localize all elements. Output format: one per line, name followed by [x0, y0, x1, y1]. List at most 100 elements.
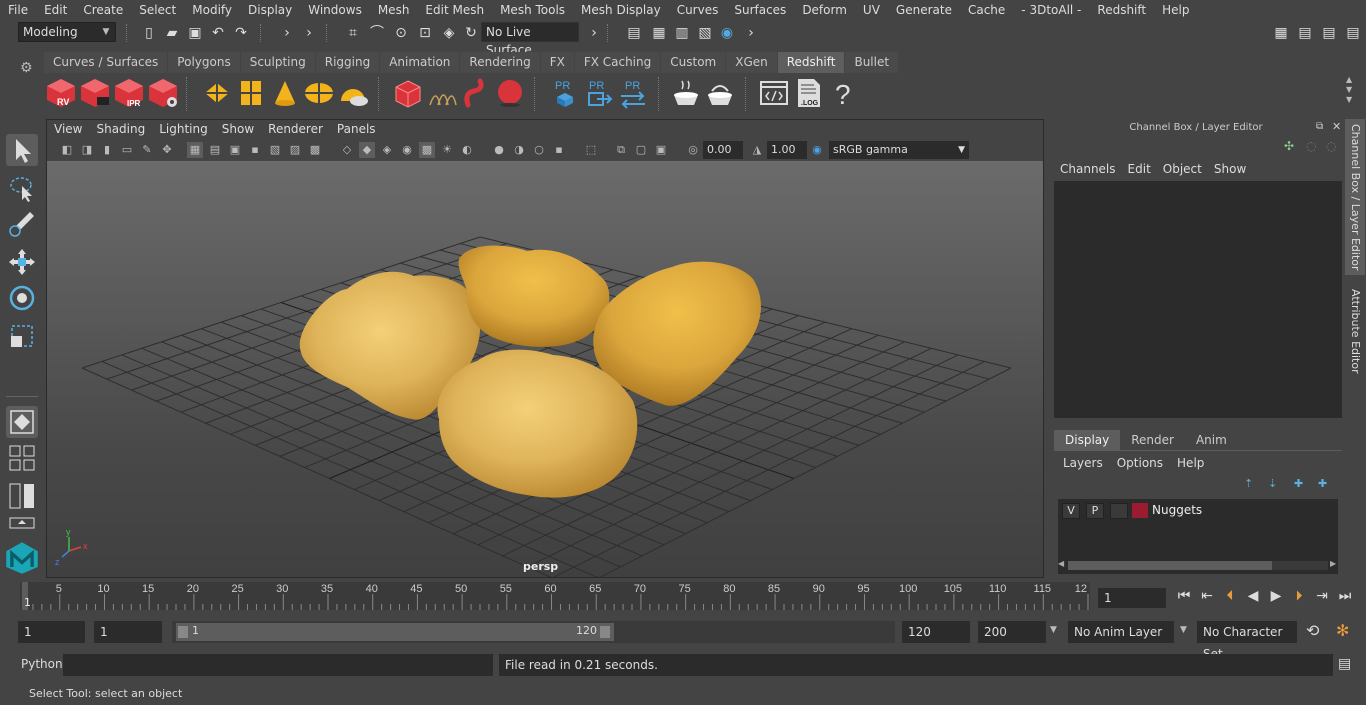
- tab-redshift[interactable]: Redshift: [777, 51, 845, 73]
- collapse-arrow-icon[interactable]: ›: [300, 24, 318, 42]
- channel-list[interactable]: [1054, 181, 1342, 418]
- wireframe-on-shaded-icon[interactable]: ◈: [379, 142, 395, 158]
- render-frame-icon[interactable]: ▦: [650, 24, 668, 42]
- redshift-curve-icon[interactable]: [460, 77, 492, 109]
- render-settings-icon[interactable]: ▧: [696, 24, 714, 42]
- sculpt-icon[interactable]: ▦: [1272, 24, 1290, 42]
- snap-point-icon[interactable]: ⊙: [392, 24, 410, 42]
- hyper-icon[interactable]: ◌: [1326, 139, 1336, 153]
- image-plane-icon[interactable]: ▭: [119, 142, 135, 158]
- command-language[interactable]: Python: [21, 652, 63, 676]
- menu-uv[interactable]: UV: [855, 0, 888, 20]
- viewport-menu-view[interactable]: View: [47, 120, 89, 139]
- scale-tool-icon[interactable]: [6, 320, 38, 352]
- range-end-handle[interactable]: [600, 626, 610, 638]
- menu-redshift[interactable]: Redshift: [1089, 0, 1154, 20]
- redshift-proxy-icon[interactable]: [201, 77, 233, 109]
- redo-icon[interactable]: ↷: [232, 24, 250, 42]
- step-back-key-icon[interactable]: ⇤: [1198, 587, 1216, 605]
- layer-menu-help[interactable]: Help: [1170, 454, 1211, 472]
- scroll-right-icon[interactable]: ▶: [1330, 559, 1336, 568]
- chevron-down-icon[interactable]: ▼: [1050, 625, 1057, 635]
- redshift-sun-sky-icon[interactable]: [337, 77, 369, 109]
- depth-of-field-icon[interactable]: ▪: [551, 142, 567, 158]
- redshift-light-icon[interactable]: [235, 77, 267, 109]
- bake-cache-icon[interactable]: [704, 77, 736, 109]
- go-to-start-icon[interactable]: ⏮: [1175, 587, 1193, 605]
- menu-mesh-display[interactable]: Mesh Display: [573, 0, 669, 20]
- live-surface-field[interactable]: No Live Surface: [481, 22, 579, 57]
- rotate-tool-icon[interactable]: [6, 282, 38, 314]
- redshift-render-view-icon[interactable]: RV: [45, 77, 77, 109]
- close-icon[interactable]: ✕: [1332, 120, 1341, 133]
- gamma-field[interactable]: 1.00: [767, 141, 807, 159]
- manipulator-icon[interactable]: ✣: [1284, 139, 1294, 153]
- redshift-hair-icon[interactable]: [426, 77, 458, 109]
- script-editor-icon[interactable]: ▤: [1338, 656, 1351, 672]
- menu-surfaces[interactable]: Surfaces: [726, 0, 794, 20]
- menu-select[interactable]: Select: [131, 0, 184, 20]
- layer-scrollbar[interactable]: [1068, 561, 1328, 570]
- bake-icon[interactable]: [670, 77, 702, 109]
- gamma-icon[interactable]: ◮: [749, 142, 765, 158]
- viewport-menu-shading[interactable]: Shading: [89, 120, 152, 139]
- command-input[interactable]: [63, 654, 493, 676]
- menu-display[interactable]: Display: [240, 0, 300, 20]
- layout-icon[interactable]: ▤: [1296, 24, 1314, 42]
- help-icon[interactable]: ?: [826, 77, 858, 109]
- step-forward-key-icon[interactable]: ⇥: [1313, 587, 1331, 605]
- snap-grid-icon[interactable]: ⌗: [344, 24, 362, 42]
- tab-bullet[interactable]: Bullet: [845, 51, 899, 73]
- field-chart-icon[interactable]: ▧: [267, 142, 283, 158]
- shelf-scroll-icon[interactable]: ▲ ▼ ▼: [1346, 75, 1352, 105]
- redshift-spot-light-icon[interactable]: [269, 77, 301, 109]
- save-scene-icon[interactable]: ▣: [186, 24, 204, 42]
- snap-view-icon[interactable]: ⊡: [416, 24, 434, 42]
- redshift-sphere-icon[interactable]: [494, 77, 526, 109]
- construction-history-icon[interactable]: ▤: [625, 24, 643, 42]
- playback-start-field[interactable]: 1: [94, 621, 162, 643]
- menu-windows[interactable]: Windows: [300, 0, 370, 20]
- move-layer-down-icon[interactable]: ⇣: [1268, 477, 1277, 490]
- play-backward-icon[interactable]: ◀: [1244, 587, 1262, 605]
- scroll-left-icon[interactable]: ◀: [1058, 559, 1064, 568]
- layer-menu-layers[interactable]: Layers: [1056, 454, 1110, 472]
- layer-color-swatch[interactable]: [1132, 503, 1148, 518]
- motion-blur-icon[interactable]: ◑: [511, 142, 527, 158]
- auto-key-icon[interactable]: ⟲: [1306, 621, 1319, 640]
- script-editor-icon[interactable]: [758, 77, 790, 109]
- layout-four-icon[interactable]: [6, 442, 38, 474]
- new-scene-icon[interactable]: ▯: [140, 24, 158, 42]
- mode-dropdown[interactable]: Modeling ▼: [18, 22, 116, 42]
- menu-create[interactable]: Create: [75, 0, 131, 20]
- menu-edit-mesh[interactable]: Edit Mesh: [417, 0, 492, 20]
- xray-icon[interactable]: ⧉: [613, 142, 629, 158]
- move-layer-up-icon[interactable]: ⇡: [1244, 477, 1253, 490]
- hypershade-icon[interactable]: ◉: [718, 24, 736, 42]
- viewport-menu-panels[interactable]: Panels: [330, 120, 383, 139]
- snap-curve-icon[interactable]: ⌒: [368, 24, 386, 42]
- chevron-down-icon[interactable]: ▼: [1180, 625, 1187, 635]
- time-slider[interactable]: 5 10 15 20 25 30 35 40 45 50 55 60 65 70 75 80 85 90 95 100…: [16, 580, 1092, 612]
- channel-menu-object[interactable]: Object: [1157, 159, 1208, 179]
- tab-channel-box-layer-editor[interactable]: Channel Box / Layer Editor: [1345, 119, 1365, 275]
- viewport-menu-lighting[interactable]: Lighting: [152, 120, 215, 139]
- 2d-pan-icon[interactable]: ✥: [159, 142, 175, 158]
- tab-anim[interactable]: Anim: [1184, 430, 1238, 450]
- tab-attribute-editor[interactable]: Attribute Editor: [1345, 283, 1365, 379]
- camera-icon[interactable]: ◧: [59, 142, 75, 158]
- scrollbar-thumb[interactable]: [1068, 561, 1272, 570]
- channel-menu-edit[interactable]: Edit: [1122, 159, 1157, 179]
- layer-display-type[interactable]: [1110, 503, 1128, 519]
- snap-surface-icon[interactable]: ◈: [440, 24, 458, 42]
- character-set-dropdown[interactable]: No Character Set: [1197, 621, 1297, 661]
- tab-fx[interactable]: FX: [540, 51, 574, 73]
- snap-live-icon[interactable]: ↻: [462, 24, 480, 42]
- exposure-icon[interactable]: ◎: [685, 142, 701, 158]
- pr-object-icon[interactable]: PR: [549, 77, 581, 109]
- move-tool-icon[interactable]: [6, 246, 38, 278]
- colorspace-dropdown[interactable]: sRGB gamma ▼: [829, 141, 969, 159]
- ipr-render-icon[interactable]: ▥: [673, 24, 691, 42]
- anim-layer-dropdown[interactable]: No Anim Layer: [1068, 621, 1174, 643]
- menu-mesh-tools[interactable]: Mesh Tools: [492, 0, 573, 20]
